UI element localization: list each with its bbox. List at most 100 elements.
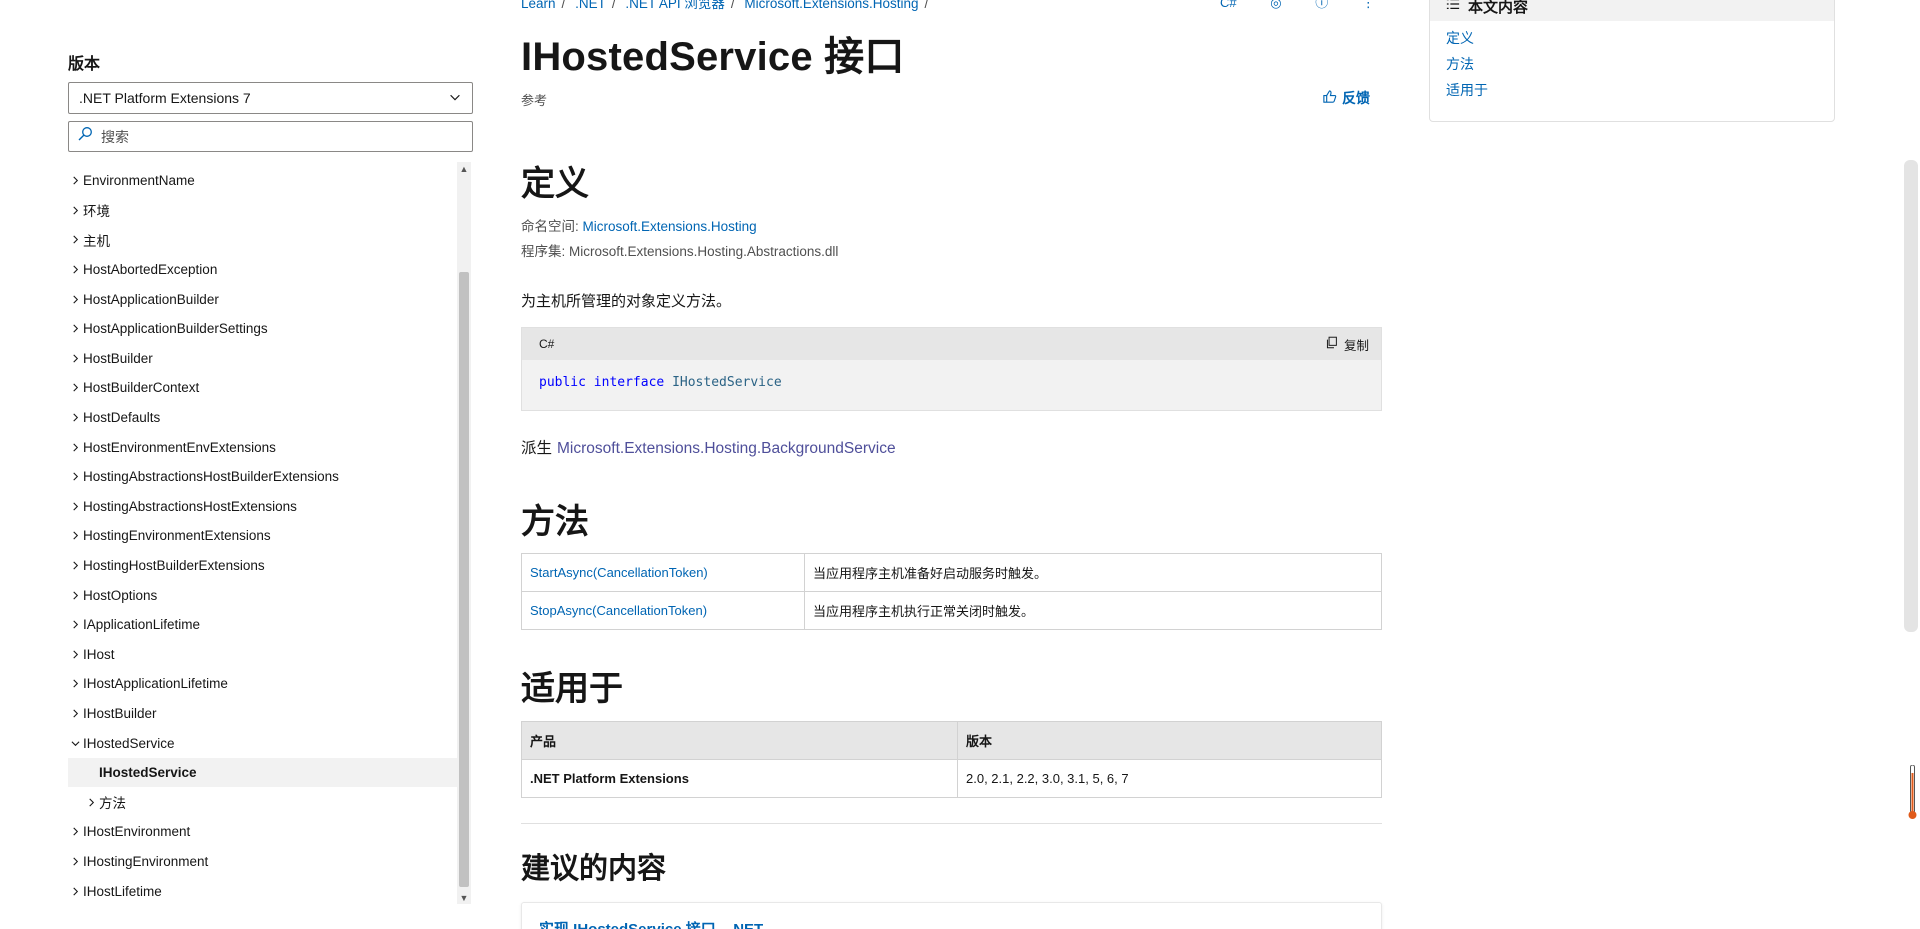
toc-links: 定义 方法 适用于	[1430, 21, 1834, 103]
tree-item-label: IHostApplicationLifetime	[83, 676, 228, 692]
tree-item-ihost[interactable]: IHost	[68, 640, 457, 670]
tree-item-hostingabstractionshostextensions[interactable]: HostingAbstractionsHostExtensions	[68, 492, 457, 522]
tree-item-hostdefaults[interactable]: HostDefaults	[68, 403, 457, 433]
namespace-line: 命名空间: Microsoft.Extensions.Hosting	[521, 215, 757, 235]
tree-item-hostbuildercontext[interactable]: HostBuilderContext	[68, 373, 457, 403]
code-language: C#	[539, 337, 555, 351]
in-this-article-title: 本文内容	[1468, 0, 1529, 16]
recommended-card[interactable]: 实现 IHostedService 接口 - .NET	[521, 902, 1382, 929]
tree-item-ihostbuilder[interactable]: IHostBuilder	[68, 699, 457, 729]
tree-item-label: HostOptions	[83, 587, 158, 603]
chevron-right-icon	[68, 413, 83, 422]
tree-item-label: IHostBuilder	[83, 705, 157, 721]
tree-item-hostenvironmentenvextensions[interactable]: HostEnvironmentEnvExtensions	[68, 432, 457, 462]
tree-item-environmentname[interactable]: EnvironmentName	[68, 166, 457, 196]
page-title: IHostedService 接口	[521, 35, 905, 79]
assembly-label: 程序集:	[521, 244, 566, 259]
tree-item-methods[interactable]: 方法	[68, 787, 457, 817]
version-select[interactable]: .NET Platform Extensions 7	[68, 82, 473, 114]
chevron-right-icon	[68, 620, 83, 629]
tree-item-host[interactable]: 主机	[68, 225, 457, 255]
feedback-button[interactable]: 反馈	[1322, 88, 1370, 108]
version-selected-value: .NET Platform Extensions 7	[79, 90, 251, 106]
applies-to-table: 产品 版本 .NET Platform Extensions 2.0, 2.1,…	[521, 721, 1382, 798]
chevron-right-icon	[68, 265, 83, 274]
tree-item-label: HostingEnvironmentExtensions	[83, 528, 271, 544]
tree-item-label: HostEnvironmentEnvExtensions	[83, 439, 276, 455]
breadcrumb-api-browser[interactable]: .NET API 浏览器	[625, 0, 725, 11]
tree-item-label: HostApplicationBuilder	[83, 291, 219, 307]
toc-link-applies-to[interactable]: 适用于	[1446, 77, 1834, 103]
method-link-stopasync[interactable]: StopAsync(CancellationToken)	[530, 603, 707, 618]
search-box[interactable]	[68, 121, 473, 152]
method-desc-cell: 当应用程序主机准备好启动服务时触发。	[804, 553, 1382, 592]
sidebar-scrollbar-thumb[interactable]	[459, 272, 469, 887]
tree-item-label: 主机	[83, 233, 110, 249]
code-keyword-interface: interface	[593, 375, 665, 390]
chevron-down-icon	[448, 90, 462, 107]
tree-item-hostabortedexception[interactable]: HostAbortedException	[68, 255, 457, 285]
breadcrumb-dotnet[interactable]: .NET	[575, 0, 606, 11]
assembly-line: 程序集: Microsoft.Extensions.Hosting.Abstra…	[521, 240, 838, 260]
copy-icon	[1325, 336, 1344, 352]
derived-link[interactable]: Microsoft.Extensions.Hosting.BackgroundS…	[557, 440, 896, 457]
tree-item-ihostedservice-group[interactable]: IHostedService	[68, 728, 457, 758]
breadcrumb-separator: /	[611, 0, 616, 11]
table-row: StopAsync(CancellationToken) 当应用程序主机执行正常…	[521, 591, 1382, 630]
feedback-label: 反馈	[1342, 90, 1370, 106]
tree-item-label: IHostEnvironment	[83, 824, 191, 840]
tree-item-iapplicationlifetime[interactable]: IApplicationLifetime	[68, 610, 457, 640]
section-divider	[521, 823, 1382, 824]
tree-item-hostapplicationbuildersettings[interactable]: HostApplicationBuilderSettings	[68, 314, 457, 344]
tree-item-label: IApplicationLifetime	[83, 617, 201, 633]
namespace-label: 命名空间:	[521, 219, 579, 234]
language-selector[interactable]: C#	[1220, 0, 1237, 10]
search-input[interactable]	[101, 128, 461, 145]
scroll-up-arrow-icon[interactable]: ▲	[459, 164, 469, 174]
toc-link-methods[interactable]: 方法	[1446, 51, 1834, 77]
tree-item-label: HostingAbstractionsHostExtensions	[83, 498, 297, 514]
type-description: 为主机所管理的对象定义方法。	[521, 293, 732, 310]
chevron-down-icon	[68, 739, 83, 748]
info-icon[interactable]: ⓘ	[1315, 0, 1328, 10]
applies-to-heading: 适用于	[521, 670, 623, 708]
top-actions: C# ◎ ⓘ ⋮	[1220, 0, 1405, 11]
chevron-right-icon	[68, 709, 83, 718]
version-label: 版本	[68, 56, 101, 73]
chevron-right-icon	[68, 295, 83, 304]
more-icon[interactable]: ⋮	[1362, 0, 1375, 10]
breadcrumb-namespace[interactable]: Microsoft.Extensions.Hosting	[744, 0, 918, 11]
tree-item-hostingabstractionshostbuilderextensions[interactable]: HostingAbstractionsHostBuilderExtensions	[68, 462, 457, 492]
tree-item-hostinghostbuilderextensions[interactable]: HostingHostBuilderExtensions	[68, 551, 457, 581]
versions-cell: 2.0, 2.1, 2.2, 3.0, 3.1, 5, 6, 7	[957, 759, 1382, 798]
tree-item-environments[interactable]: 环境	[68, 196, 457, 226]
scroll-down-arrow-icon[interactable]: ▼	[459, 893, 469, 903]
tree-item-hostingenvironmentextensions[interactable]: HostingEnvironmentExtensions	[68, 521, 457, 551]
tree-item-ihostlifetime[interactable]: IHostLifetime	[68, 876, 457, 904]
chevron-right-icon	[68, 235, 83, 244]
tree-item-hostoptions[interactable]: HostOptions	[68, 580, 457, 610]
column-header-version: 版本	[957, 721, 1382, 760]
chevron-right-icon	[68, 827, 83, 836]
tree-item-ihostingenvironment[interactable]: IHostingEnvironment	[68, 847, 457, 877]
tree-item-hostapplicationbuilder[interactable]: HostApplicationBuilder	[68, 284, 457, 314]
reference-label: 参考	[521, 93, 548, 108]
toc-link-definition[interactable]: 定义	[1446, 25, 1834, 51]
breadcrumb-separator: /	[561, 0, 566, 11]
tree-item-label: IHost	[83, 646, 115, 662]
tree-item-label: IHostLifetime	[83, 883, 162, 899]
chevron-right-icon	[68, 206, 83, 215]
column-header-product: 产品	[521, 721, 958, 760]
copy-button[interactable]: 复制	[1325, 335, 1369, 354]
globe-icon[interactable]: ◎	[1270, 0, 1281, 10]
page-scrollbar-thumb[interactable]	[1904, 160, 1918, 632]
product-cell: .NET Platform Extensions	[521, 759, 958, 798]
namespace-link[interactable]: Microsoft.Extensions.Hosting	[583, 219, 757, 234]
assembly-value: Microsoft.Extensions.Hosting.Abstraction…	[569, 244, 839, 259]
tree-item-ihostenvironment[interactable]: IHostEnvironment	[68, 817, 457, 847]
breadcrumb-learn[interactable]: Learn	[521, 0, 556, 11]
tree-item-hostbuilder[interactable]: HostBuilder	[68, 344, 457, 374]
method-link-startasync[interactable]: StartAsync(CancellationToken)	[530, 565, 708, 580]
tree-item-ihostapplicationlifetime[interactable]: IHostApplicationLifetime	[68, 669, 457, 699]
tree-item-ihostedservice-active[interactable]: IHostedService	[68, 757, 457, 788]
